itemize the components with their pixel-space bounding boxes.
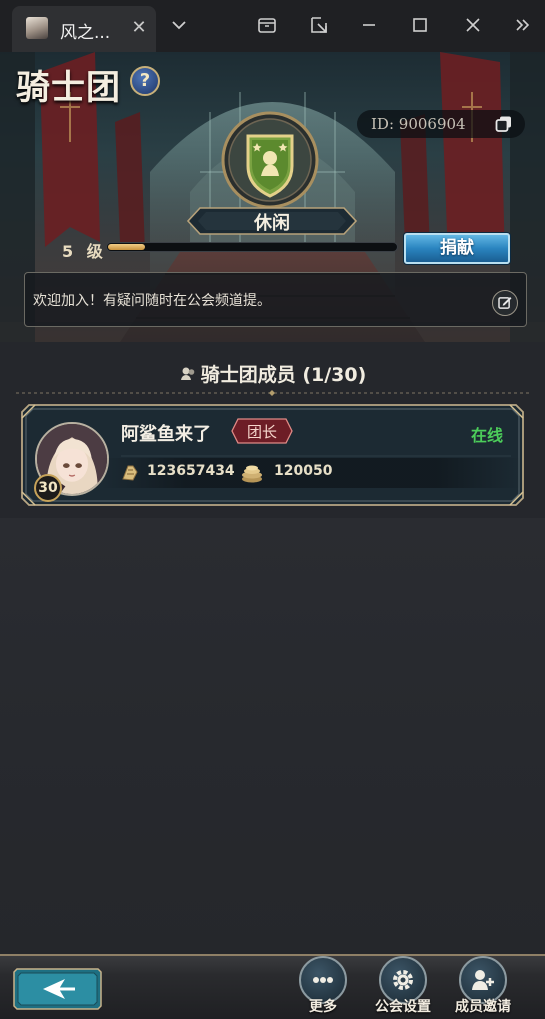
browser-tab-bar: 风之... ✕	[0, 0, 545, 52]
member-online-status: 在线	[471, 426, 504, 445]
member-list-empty-area	[0, 518, 545, 954]
expand-chevrons-icon[interactable]	[510, 12, 536, 38]
guild-banner: 骑士团 ? ID: 9006904 休闲 5 级 捐献 欢迎加入！有疑问随时在公…	[0, 52, 545, 342]
guild-id-text: ID: 9006904	[371, 115, 466, 133]
members-heading-text: 骑士团成员 (1/30)	[200, 364, 367, 386]
app-install-icon[interactable]	[254, 12, 280, 38]
member-role-badge: 团长	[231, 418, 293, 444]
member-card[interactable]: 30 阿鲨鱼来了 团长 在线 123657434 120050	[21, 404, 524, 506]
member-stats-row: 123657434 120050	[101, 458, 521, 488]
guild-rank-text: 休闲	[254, 213, 290, 234]
more-label: 更多	[309, 999, 337, 1015]
guild-exp-bar	[106, 242, 398, 252]
member-name: 阿鲨鱼来了	[121, 424, 211, 445]
more-button[interactable]: 更多	[293, 956, 353, 1019]
guild-level-label: 5 级	[62, 242, 107, 261]
member-stat-coins: 120050	[274, 463, 333, 479]
browser-tab[interactable]: 风之... ✕	[12, 6, 156, 52]
game-viewport: 骑士团 ? ID: 9006904 休闲 5 级 捐献 欢迎加入！有疑问随时在公…	[0, 52, 545, 1019]
guild-emblem-icon	[221, 111, 319, 209]
section-divider	[16, 390, 529, 396]
tab-close-icon[interactable]: ✕	[127, 16, 151, 40]
pop-out-icon[interactable]	[306, 12, 332, 38]
guild-id-box: ID: 9006904	[357, 110, 525, 138]
back-button[interactable]	[13, 968, 102, 1010]
copy-icon[interactable]	[495, 115, 513, 133]
tab-title: 风之...	[60, 23, 111, 43]
invite-members-label: 成员邀请	[455, 999, 511, 1015]
bottom-nav-bar: 更多 公会设置 成员邀请	[0, 954, 545, 1019]
members-heading: 骑士团成员 (1/30)	[0, 360, 545, 387]
guild-settings-label: 公会设置	[375, 999, 431, 1015]
more-dots-icon	[313, 977, 333, 983]
contribution-icon	[122, 465, 138, 481]
maximize-icon[interactable]	[407, 12, 433, 38]
invite-members-button[interactable]: 成员邀请	[453, 956, 513, 1019]
guild-announcement-text: 欢迎加入！有疑问随时在公会频道提。	[33, 293, 271, 309]
donate-button[interactable]: 捐献	[404, 233, 510, 264]
edit-announcement-button[interactable]	[492, 290, 518, 316]
edit-icon	[498, 297, 512, 309]
guild-settings-button[interactable]: 公会设置	[373, 956, 433, 1019]
close-window-icon[interactable]	[460, 12, 486, 38]
tab-list-chevron-icon[interactable]	[166, 12, 192, 38]
add-user-icon	[472, 970, 494, 990]
guild-exp-fill	[108, 244, 145, 250]
gear-icon	[393, 970, 413, 990]
member-role-text: 团长	[246, 423, 277, 441]
members-icon	[180, 367, 195, 380]
help-button[interactable]: ?	[130, 66, 160, 96]
minimize-icon[interactable]	[356, 12, 382, 38]
tab-favicon-icon	[26, 17, 48, 39]
coins-icon	[242, 465, 262, 483]
member-level-badge: 30	[34, 474, 62, 502]
guild-announcement-box: 欢迎加入！有疑问随时在公会频道提。	[24, 272, 527, 327]
page-title: 骑士团	[16, 68, 121, 108]
member-stat-contribution: 123657434	[147, 463, 235, 479]
guild-rank-plate: 休闲	[186, 206, 358, 236]
